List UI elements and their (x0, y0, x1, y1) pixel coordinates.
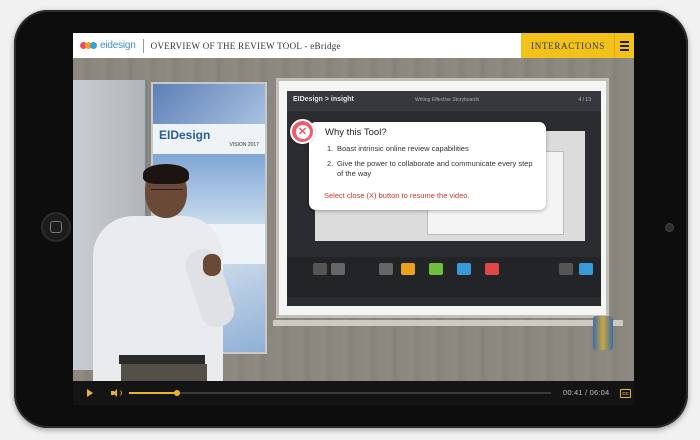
resume-instruction: Select close (X) button to resume the vi… (324, 191, 470, 200)
eidesign-logo: eidesign (80, 33, 136, 58)
course-title: OVERVIEW OF THE REVIEW TOOL - eBridge (150, 40, 341, 51)
interactions-button[interactable]: INTERACTIONS (521, 33, 615, 58)
presenter-pants (121, 364, 207, 381)
volume-icon[interactable] (111, 389, 122, 397)
projected-brand: EIDesign > insight (293, 96, 354, 103)
seek-bar-progress (129, 392, 177, 394)
presenter-hand (203, 254, 221, 276)
hamburger-menu-icon[interactable] (614, 33, 634, 58)
logo-dot-blue (90, 42, 97, 49)
popup-list-item: 2. Give the power to collaborate and comm… (327, 159, 533, 178)
projected-page: 4 / 13 (578, 97, 591, 103)
close-icon: ✕ (295, 124, 310, 139)
popup-title: Why this Tool? (325, 127, 387, 138)
popup-list: 1. Boast intrinsic online review capabili… (327, 144, 537, 184)
time-display: 00:41 / 06:04 (563, 388, 610, 397)
projected-subtitle: Writing Effective Storyboards (415, 97, 480, 103)
screen: eidesign OVERVIEW OF THE REVIEW TOOL - e… (73, 33, 634, 405)
play-icon[interactable] (87, 389, 93, 397)
presenter-belt (119, 355, 205, 364)
poster-tag: VISION 2017 (229, 142, 259, 148)
board-shelf (273, 320, 623, 326)
popup-list-item: 1. Boast intrinsic online review capabili… (327, 144, 469, 153)
presenter-glasses (151, 189, 183, 195)
course-header: eidesign OVERVIEW OF THE REVIEW TOOL - e… (73, 33, 634, 58)
camera-dot (665, 223, 674, 232)
header-divider (142, 38, 144, 53)
home-square-icon (50, 221, 62, 233)
video-frame[interactable]: EIDesign VISION 2017 EIDesign > insight … (73, 58, 634, 381)
why-tool-popup: ✕ Why this Tool? 1. Boast intrinsic onlin… (290, 119, 546, 210)
seek-handle[interactable] (174, 390, 180, 396)
player-controls: 00:41 / 06:04 CC (73, 381, 634, 405)
logo-text: eidesign (100, 40, 136, 51)
closed-captions-icon[interactable]: CC (620, 389, 631, 398)
desk-can (593, 316, 613, 350)
close-popup-button[interactable]: ✕ (290, 119, 315, 144)
home-button[interactable] (41, 212, 71, 242)
seek-bar[interactable] (129, 392, 551, 394)
presenter-hair (143, 164, 189, 184)
poster-brand: EIDesign (159, 128, 211, 142)
